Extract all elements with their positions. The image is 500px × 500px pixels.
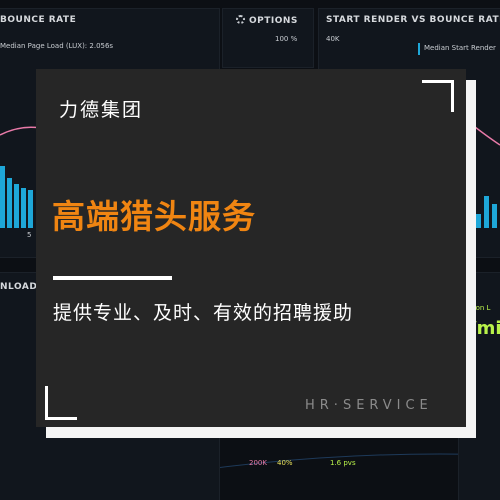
brand-name: 力德集团 xyxy=(59,99,144,121)
bottom-pct-label: 40% xyxy=(277,459,293,467)
promo-card xyxy=(36,69,466,427)
pink-line xyxy=(0,126,41,136)
subtitle: 提供专业、及时、有效的招聘援助 xyxy=(53,302,354,324)
bottom-k-label: 200K xyxy=(249,459,267,467)
hr-service-tag: HR·SERVICE xyxy=(305,398,433,413)
bottom-pvs-label: 1.6 pvs xyxy=(330,459,356,467)
corner-bracket-bottom-left xyxy=(45,386,77,420)
download-title: NLOAD xyxy=(0,282,38,292)
headline: 高端猎头服务 xyxy=(52,197,256,236)
corner-bracket-top-right xyxy=(422,80,454,112)
divider xyxy=(53,276,172,280)
